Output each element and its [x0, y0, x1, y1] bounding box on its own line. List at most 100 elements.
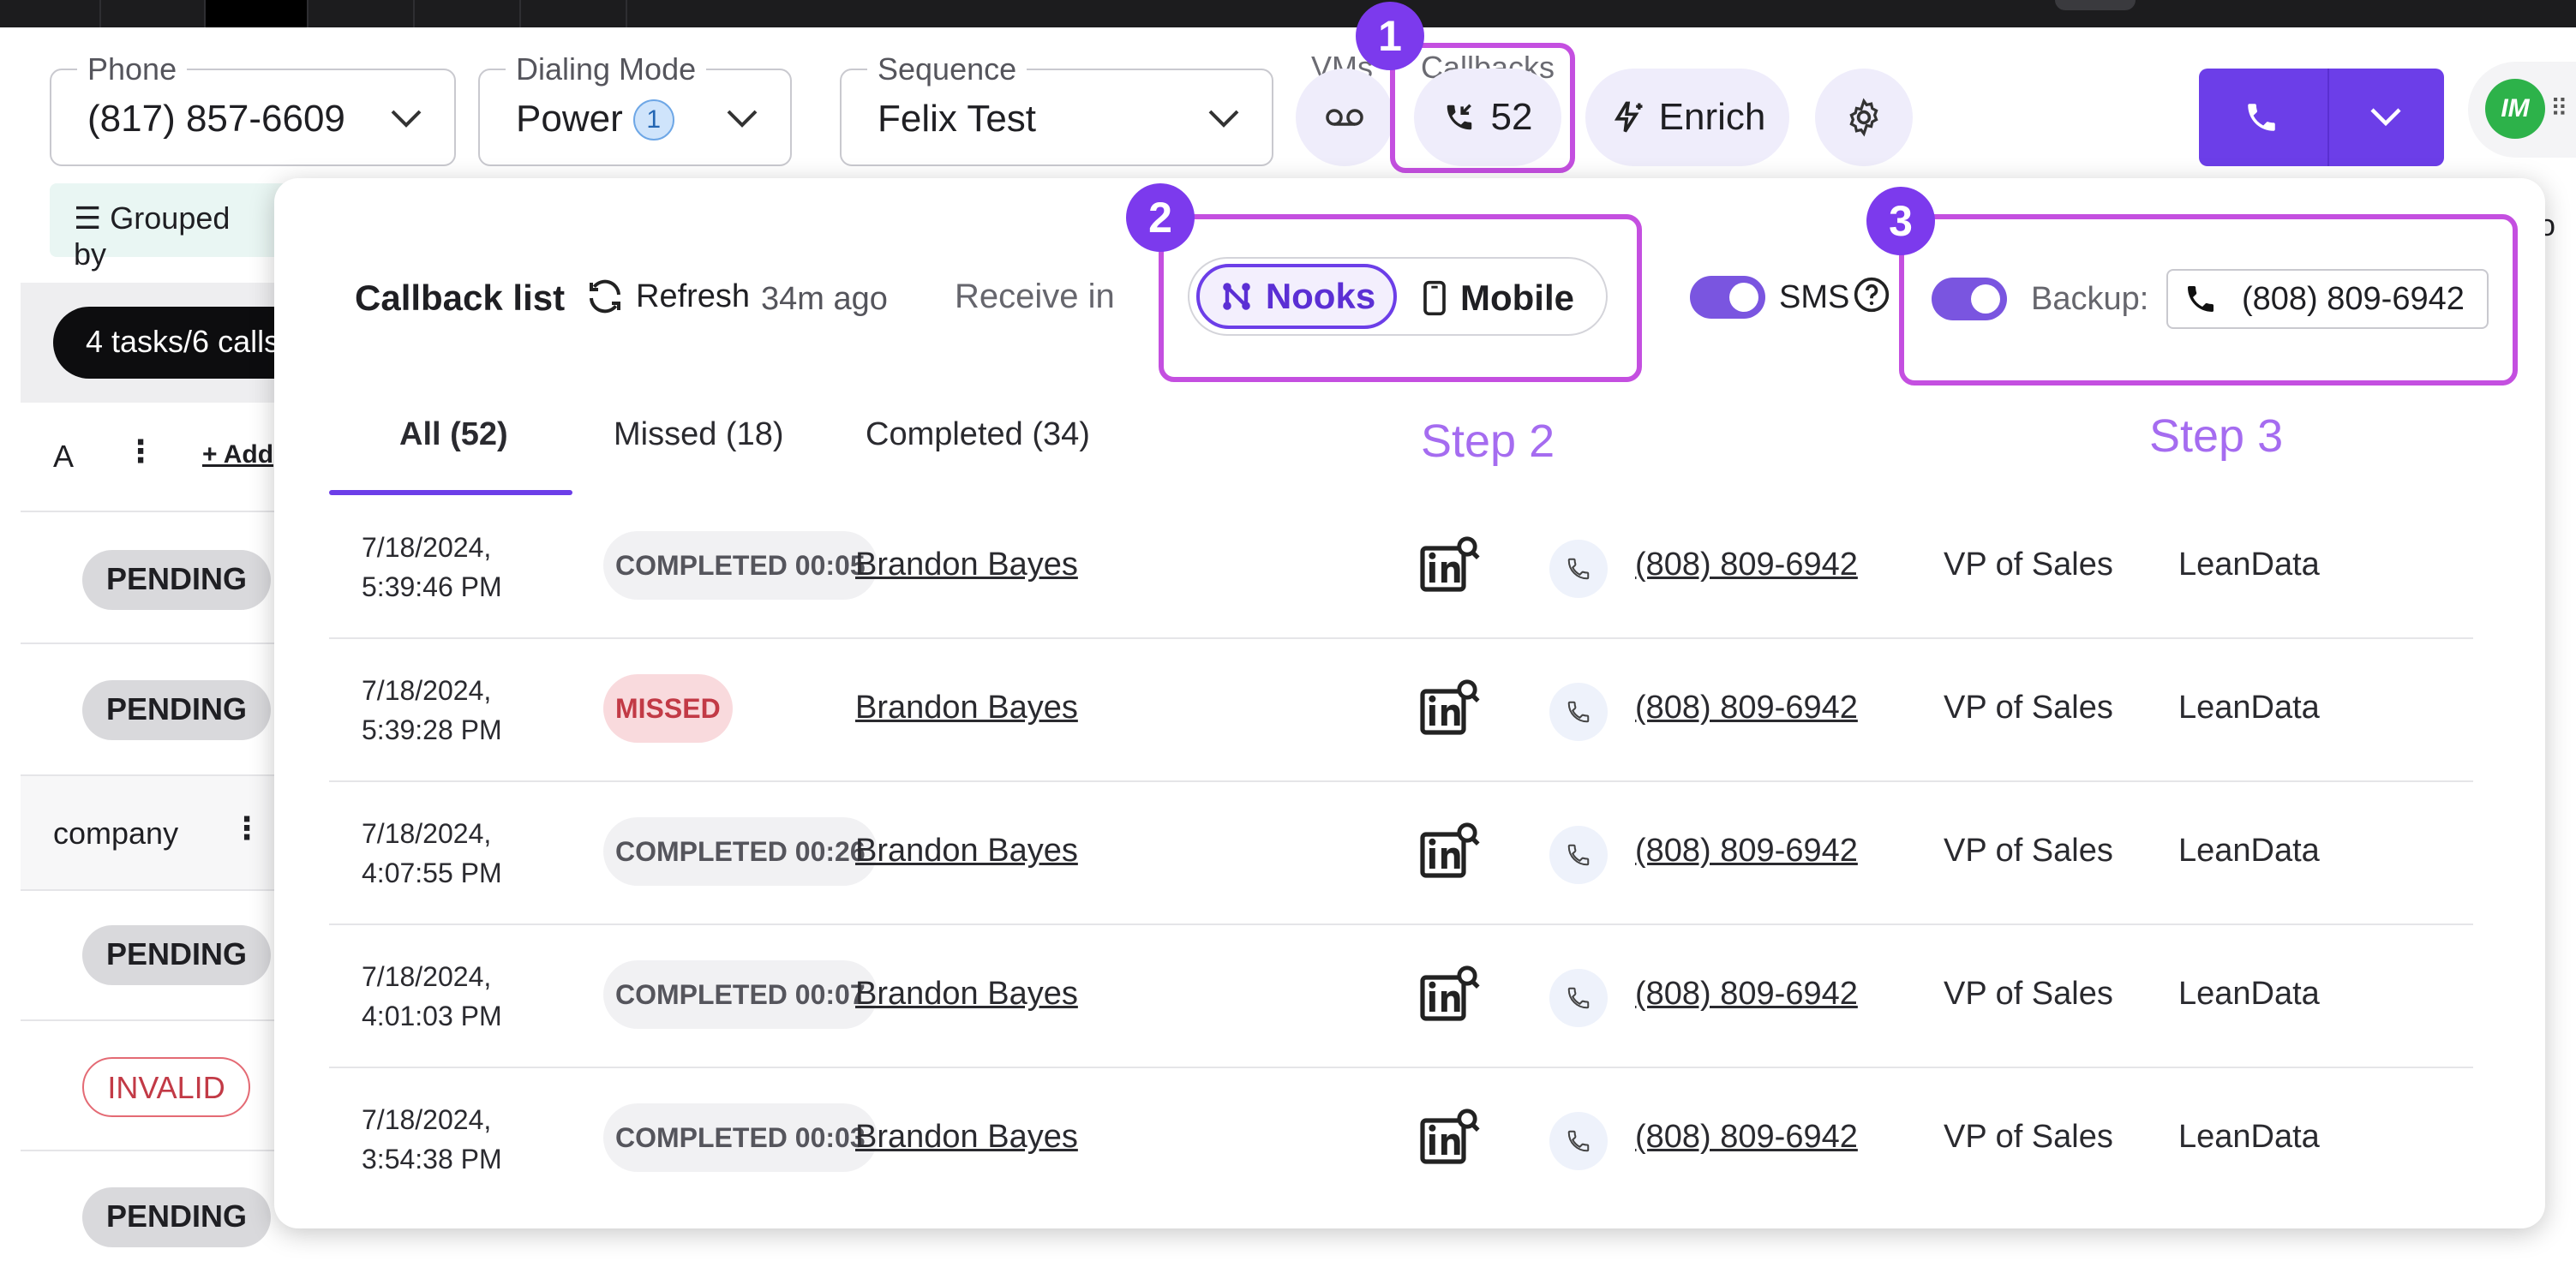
voicemail-button[interactable] [1296, 69, 1393, 166]
tab-completed[interactable]: Completed (34) [866, 416, 1090, 453]
callback-date: 7/18/2024, [362, 1104, 492, 1135]
status-badge: COMPLETED 00:05 [603, 531, 878, 600]
table-row: 7/18/2024, 3:54:38 PM COMPLETED 00:03 Brand… [329, 1069, 2473, 1211]
table-row: PENDING [21, 891, 295, 1021]
contact-phone-link[interactable]: (808) 809-6942 [1635, 976, 1858, 1013]
callback-time: 4:07:55 PM [362, 858, 502, 888]
contact-phone-link[interactable]: (808) 809-6942 [1635, 690, 1858, 726]
phone-select[interactable]: Phone (817) 857-6609 [50, 51, 456, 166]
panel-title: Callback list [355, 278, 566, 318]
callback-date: 7/18/2024, [362, 818, 492, 849]
table-row: INVALID [21, 1021, 295, 1151]
callback-date: 7/18/2024, [362, 532, 492, 563]
linkedin-search-icon[interactable] [1419, 678, 1481, 739]
contact-name-link[interactable]: Brandon Bayes [855, 976, 1078, 1013]
callback-time: 4:01:03 PM [362, 1001, 502, 1031]
call-contact-button[interactable] [1549, 969, 1608, 1027]
table-row: PENDING [21, 512, 295, 644]
dialing-mode-select[interactable]: Dialing Mode Power 1 [478, 51, 792, 166]
status-badge: PENDING [82, 1187, 271, 1247]
call-button-divider [2327, 69, 2329, 166]
top-strip-pill [2055, 0, 2136, 10]
column-menu-icon[interactable]: ⋮ [125, 433, 156, 469]
linkedin-search-icon[interactable] [1419, 821, 1481, 882]
status-badge: MISSED [603, 674, 733, 743]
dialing-mode-value: Power 1 [516, 98, 674, 140]
tasks-count-pill: 4 tasks/6 calls [53, 307, 310, 379]
callback-datetime: 7/18/2024, 3:54:38 PM [362, 1100, 502, 1179]
contact-phone-link[interactable]: (808) 809-6942 [1635, 833, 1858, 870]
sms-toggle[interactable] [1690, 276, 1765, 319]
step2-label: Step 2 [1421, 415, 1555, 467]
dialing-mode-badge: 1 [632, 99, 674, 140]
contact-title: VP of Sales [1944, 1119, 2113, 1155]
column-menu-icon[interactable]: ⋮ [231, 810, 262, 846]
contact-title: VP of Sales [1944, 976, 2113, 1012]
table-row: 7/18/2024, 4:07:55 PM COMPLETED 00:26 Brand… [329, 783, 2473, 925]
chevron-down-icon[interactable] [2367, 105, 2405, 130]
sms-label: SMS [1779, 279, 1850, 315]
status-badge: COMPLETED 00:07 [603, 960, 878, 1029]
sequence-select[interactable]: Sequence Felix Test [840, 51, 1273, 166]
phone-icon [1567, 1130, 1590, 1152]
top-strip-segment [309, 0, 415, 27]
phone-icon [1567, 558, 1590, 580]
call-contact-button[interactable] [1549, 683, 1608, 741]
refresh-button[interactable]: Refresh [584, 276, 750, 317]
callback-datetime: 7/18/2024, 5:39:28 PM [362, 671, 502, 750]
top-strip-segment [0, 0, 101, 27]
settings-button[interactable] [1815, 69, 1913, 166]
contact-company: LeanData [2178, 833, 2320, 869]
table-row: 7/18/2024, 4:01:03 PM COMPLETED 00:07 Brand… [329, 926, 2473, 1068]
status-badge: INVALID [82, 1057, 250, 1117]
sparkle-bolt-icon [1614, 101, 1643, 133]
help-circle-icon[interactable] [1853, 276, 1890, 314]
table-header-row: company ⋮ [21, 776, 295, 891]
contact-name-link[interactable]: Brandon Bayes [855, 833, 1078, 870]
linkedin-search-icon[interactable] [1419, 1107, 1481, 1168]
chevron-down-icon [1208, 110, 1239, 128]
enrich-label: Enrich [1658, 96, 1766, 138]
call-button[interactable] [2199, 69, 2444, 166]
contact-name-link[interactable]: Brandon Bayes [855, 1119, 1078, 1156]
sequence-label: Sequence [867, 51, 1027, 87]
contact-title: VP of Sales [1944, 547, 2113, 583]
table-row: PENDING [21, 1151, 295, 1283]
linkedin-search-icon[interactable] [1419, 964, 1481, 1025]
contact-title: VP of Sales [1944, 833, 2113, 869]
linkedin-search-icon[interactable] [1419, 535, 1481, 596]
contact-name-link[interactable]: Brandon Bayes [855, 690, 1078, 726]
phone-label: Phone [77, 51, 188, 87]
callback-time: 5:39:46 PM [362, 571, 502, 602]
tab-missed[interactable]: Missed (18) [614, 416, 784, 453]
callback-datetime: 7/18/2024, 4:01:03 PM [362, 957, 502, 1036]
table-header-row: A ⋮ + Add [21, 403, 295, 512]
grouped-by-button[interactable]: ☰ Grouped by [50, 183, 290, 272]
callback-datetime: 7/18/2024, 5:39:46 PM [362, 528, 502, 607]
voicemail-icon [1326, 109, 1363, 126]
phone-value: (817) 857-6609 [87, 98, 345, 140]
enrich-button[interactable]: Enrich [1585, 69, 1789, 166]
top-strip-segment [415, 0, 521, 27]
add-column-link[interactable]: + Add [202, 440, 273, 469]
step1-highlight [1390, 43, 1575, 173]
column-a-header: A [53, 439, 75, 474]
top-strip-segment [101, 0, 206, 27]
status-badge: PENDING [82, 925, 271, 985]
step2-badge: 2 [1126, 183, 1195, 252]
chevron-down-icon [391, 110, 422, 128]
phone-icon [1567, 987, 1590, 1009]
call-contact-button[interactable] [1549, 826, 1608, 884]
avatar[interactable]: IM [2485, 79, 2545, 139]
callback-time: 3:54:38 PM [362, 1144, 502, 1174]
contact-phone-link[interactable]: (808) 809-6942 [1635, 1119, 1858, 1156]
drag-handle-icon[interactable]: ⠿ [2550, 94, 2567, 123]
contact-name-link[interactable]: Brandon Bayes [855, 547, 1078, 583]
call-contact-button[interactable] [1549, 1112, 1608, 1170]
step3-badge: 3 [1866, 187, 1935, 255]
contact-phone-link[interactable]: (808) 809-6942 [1635, 547, 1858, 583]
call-contact-button[interactable] [1549, 540, 1608, 598]
company-column-header: company [53, 816, 179, 851]
contact-company: LeanData [2178, 1119, 2320, 1155]
tab-all[interactable]: All (52) [399, 416, 508, 453]
